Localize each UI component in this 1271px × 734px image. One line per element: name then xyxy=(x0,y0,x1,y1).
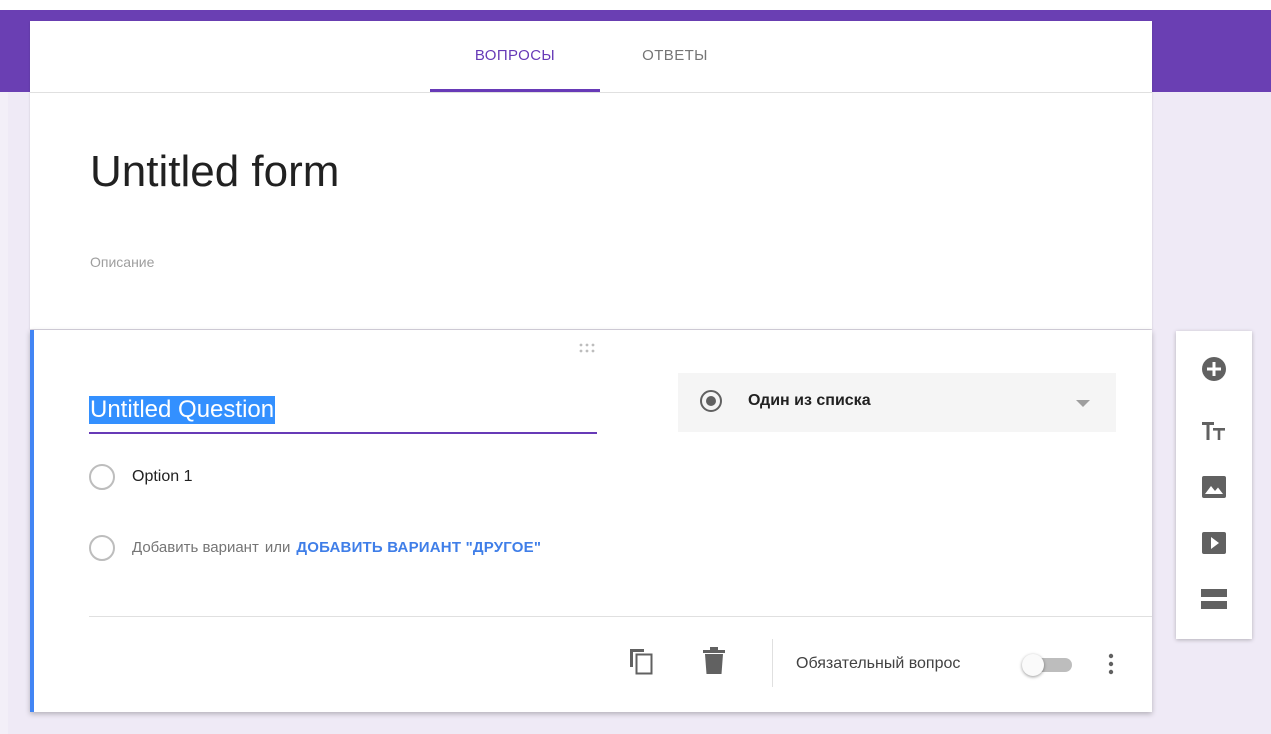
drag-handle-icon[interactable] xyxy=(578,342,600,354)
section-icon[interactable] xyxy=(1198,583,1230,615)
option-label[interactable]: Option 1 xyxy=(132,468,192,486)
radio-checked-icon xyxy=(700,390,722,412)
side-toolbar xyxy=(1176,331,1252,639)
tab-questions[interactable]: ВОПРОСЫ xyxy=(430,21,600,92)
footer-divider xyxy=(89,616,1152,617)
duplicate-icon[interactable] xyxy=(627,646,655,676)
video-icon[interactable] xyxy=(1198,527,1230,559)
required-label: Обязательный вопрос xyxy=(796,655,961,672)
radio-unchecked-icon xyxy=(89,464,115,490)
tab-responses[interactable]: ОТВЕТЫ xyxy=(600,21,750,91)
option-row[interactable]: Option 1 xyxy=(89,462,789,492)
add-option-input[interactable]: Добавить вариант xyxy=(132,539,259,556)
add-other-link[interactable]: ДОБАВИТЬ ВАРИАНТ "ДРУГОЕ" xyxy=(296,539,541,556)
question-card[interactable]: Untitled Question Один из списка Option … xyxy=(30,330,1152,712)
dropdown-caret-icon xyxy=(1076,400,1090,407)
or-label: или xyxy=(264,539,291,556)
footer-separator xyxy=(772,639,773,687)
required-toggle[interactable] xyxy=(1022,654,1076,676)
question-title-field[interactable]: Untitled Question xyxy=(89,392,597,434)
toggle-thumb xyxy=(1022,654,1044,676)
form-description-input[interactable]: Описание xyxy=(90,254,154,270)
form-title[interactable]: Untitled form xyxy=(90,147,339,197)
form-header-card: ВОПРОСЫ ОТВЕТЫ Untitled form Описание xyxy=(30,21,1152,329)
question-type-dropdown[interactable]: Один из списка xyxy=(678,373,1116,432)
header-top-strip xyxy=(0,0,1271,10)
radio-unchecked-icon xyxy=(89,535,115,561)
more-vert-icon[interactable] xyxy=(1106,650,1116,678)
active-card-accent xyxy=(30,330,34,712)
image-icon[interactable] xyxy=(1198,471,1230,503)
delete-icon[interactable] xyxy=(700,646,728,676)
title-text-icon[interactable] xyxy=(1198,415,1230,447)
tab-bar: ВОПРОСЫ ОТВЕТЫ xyxy=(30,21,1152,93)
left-margin-strip xyxy=(0,92,8,734)
add-option-row: Добавить вариант или ДОБАВИТЬ ВАРИАНТ "ДРУ… xyxy=(89,533,789,563)
add-circle-icon[interactable] xyxy=(1198,353,1230,385)
question-type-label: Один из списка xyxy=(748,392,871,409)
question-title-text: Untitled Question xyxy=(89,396,276,424)
